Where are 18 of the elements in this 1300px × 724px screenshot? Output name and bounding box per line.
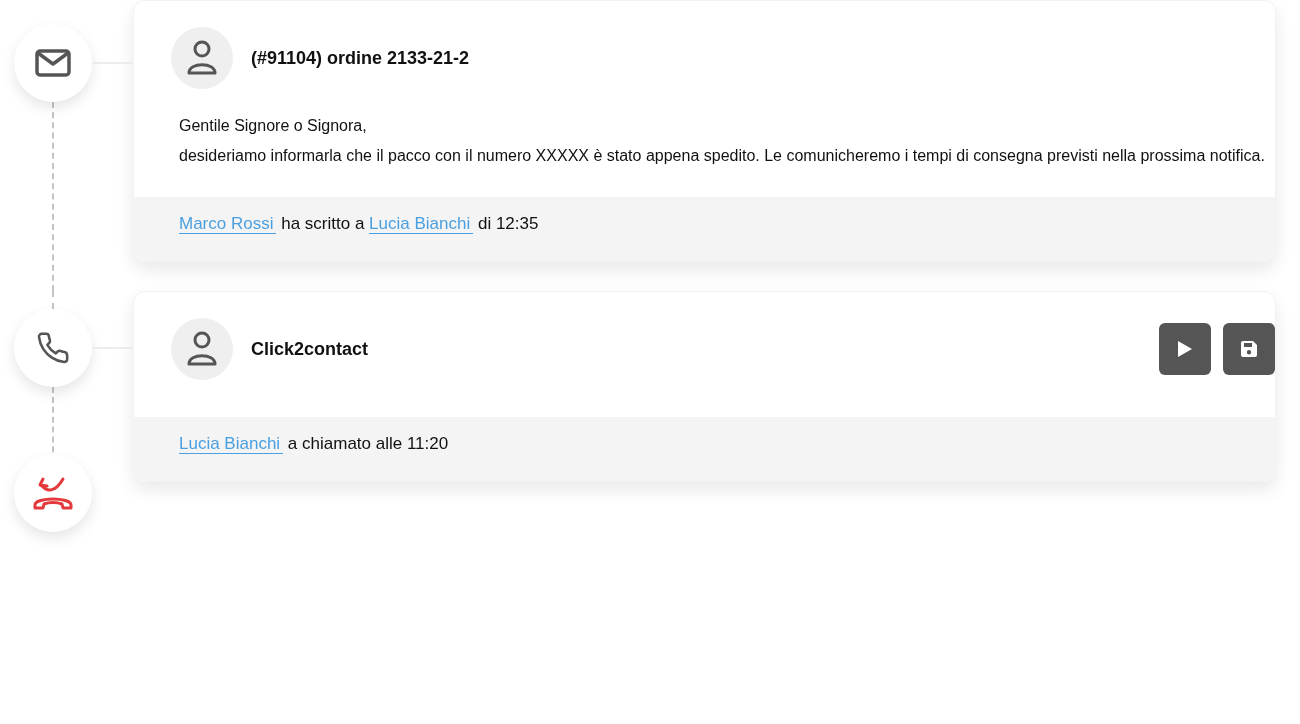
missed-call-icon	[31, 475, 75, 511]
play-icon	[1178, 341, 1192, 357]
activity-text: Marco Rossi ha scritto a Lucia Bianchi di 12:35	[179, 213, 539, 236]
person-link[interactable]: Lucia Bianchi	[179, 434, 284, 454]
phone-icon	[36, 331, 70, 365]
person-link[interactable]: Lucia Bianchi	[369, 214, 474, 234]
envelope-icon	[35, 49, 71, 77]
save-button[interactable]	[1223, 323, 1275, 375]
card-title: (#91104) ordine 2133-21-2	[251, 46, 470, 70]
message-text: desideriamo informarla che il pacco con il numero XXXXX è stato appena spedito. Le comunicheremo i tempi di consegna previsti nella prossima notifica.	[179, 146, 1266, 166]
person-icon	[186, 331, 218, 367]
message-text: Gentile Signore o Signora,	[179, 116, 368, 136]
person-link[interactable]: Marco Rossi	[179, 214, 277, 234]
person-icon	[186, 40, 218, 76]
play-button[interactable]	[1159, 323, 1211, 375]
card-title: Click2contact	[251, 337, 369, 361]
activity-text: Lucia Bianchi a chiamato alle 11:20	[179, 433, 449, 456]
save-icon	[1241, 341, 1257, 357]
